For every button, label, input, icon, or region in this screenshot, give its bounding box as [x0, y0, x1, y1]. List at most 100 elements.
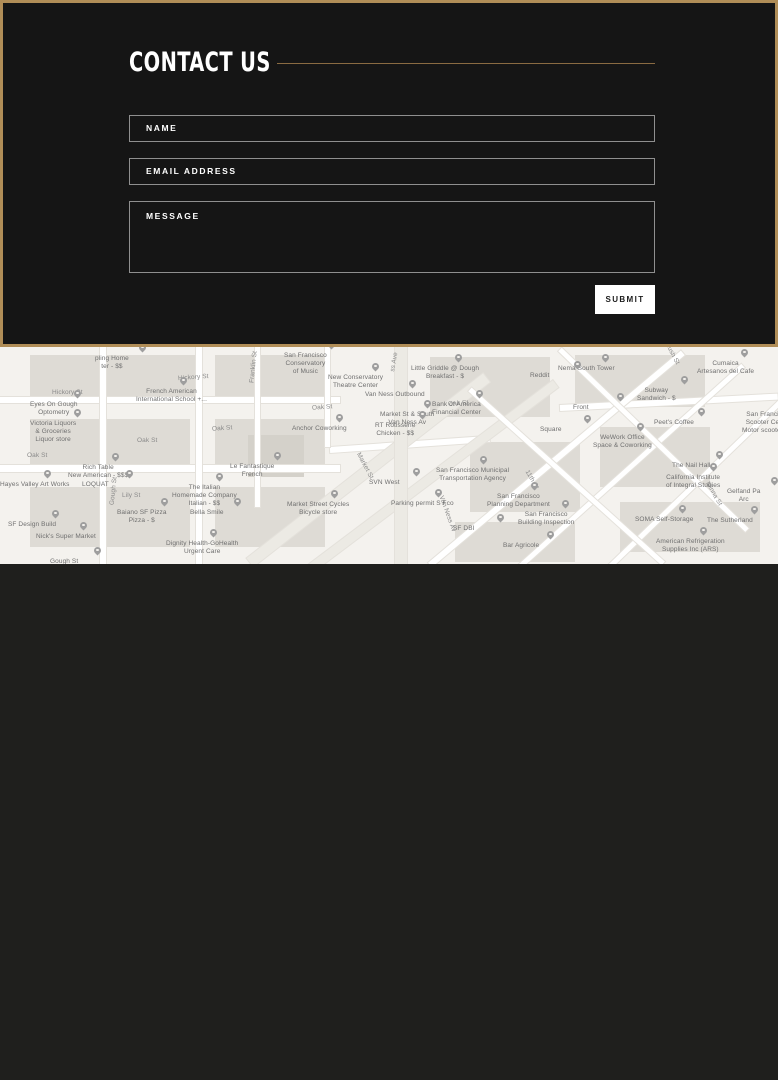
- map-place-label: Bar Agricole: [503, 542, 539, 550]
- map-poi-pin-icon[interactable]: [698, 408, 705, 417]
- map-poi-pin-icon[interactable]: [94, 547, 101, 556]
- map-place-name: Victoria Liquors & Groceries: [30, 420, 77, 436]
- map-place-label: SF Design Build: [8, 521, 56, 529]
- map-place-label: San Francisco Planning Department: [487, 493, 550, 509]
- map-poi-pin-icon[interactable]: [679, 505, 686, 514]
- map-place-label: Dignity Health-GoHealth Urgent Care: [166, 540, 238, 556]
- map-poi-pin-icon[interactable]: [771, 477, 778, 486]
- map-place-sublabel: Bicycle store: [299, 509, 338, 517]
- map-poi-pin-icon[interactable]: [476, 390, 483, 399]
- map-place-label: The Italian Homemade Company Italian - $$: [172, 484, 237, 508]
- map-place-label: Rich Table New American - $$$: [68, 464, 128, 480]
- map-place-name: SF DBI: [453, 525, 475, 532]
- map-place-name: Rich Table: [82, 464, 114, 471]
- map-place-label: The Nail Hall: [672, 462, 711, 470]
- map-place-name: American Refrigeration Supplies Inc (ARS…: [656, 538, 725, 554]
- map-poi-pin-icon[interactable]: [424, 400, 431, 409]
- map-poi-pin-icon[interactable]: [112, 453, 119, 462]
- map-place-name: Cumaica Artesanos del Cafe: [697, 360, 755, 376]
- map-place-label: Reddit: [530, 372, 549, 380]
- map-place-name: Eyes On Gough Optometry: [30, 401, 78, 417]
- map-poi-pin-icon[interactable]: [547, 531, 554, 540]
- name-input[interactable]: [129, 115, 655, 142]
- map-poi-pin-icon[interactable]: [126, 470, 133, 479]
- map-poi-pin-icon[interactable]: [716, 451, 723, 460]
- map-poi-pin-icon[interactable]: [139, 347, 146, 353]
- map-poi-pin-icon[interactable]: [480, 456, 487, 465]
- map-place-label: Bank of America Financial Center: [432, 401, 481, 417]
- contact-section: CONTACT US SUBMIT: [0, 0, 778, 347]
- map-poi-pin-icon[interactable]: [44, 470, 51, 479]
- map-street-label: Oak St: [27, 452, 48, 459]
- submit-row: SUBMIT: [129, 285, 655, 314]
- map-poi-pin-icon[interactable]: [574, 361, 581, 370]
- map-place-label: San Franci Scooter CeMotor scooter: [742, 411, 778, 435]
- submit-button[interactable]: SUBMIT: [595, 285, 655, 314]
- map-place-label: American Refrigeration Supplies Inc (ARS…: [656, 538, 725, 554]
- map-poi-pin-icon[interactable]: [637, 423, 644, 432]
- map-place-name: San Francisco Building Inspection: [518, 511, 575, 527]
- map-poi-pin-icon[interactable]: [74, 390, 81, 399]
- map-place-name: San Francisco Conservatory of Music: [284, 352, 327, 376]
- map-street-label: Oak St: [311, 403, 333, 412]
- map-place-label: San Francisco Municipal Transportation A…: [436, 467, 509, 483]
- map-place-name: San Franci Scooter Ce: [745, 411, 778, 427]
- map-place-name: SOMA Self-Storage: [635, 516, 694, 523]
- map-place-name: The Sutherland: [707, 517, 753, 524]
- map-poi-pin-icon[interactable]: [419, 411, 426, 420]
- map-poi-pin-icon[interactable]: [328, 347, 335, 350]
- map-poi-pin-icon[interactable]: [210, 529, 217, 538]
- map-poi-pin-icon[interactable]: [52, 510, 59, 519]
- map-place-name: Little Griddle @ Dough: [411, 365, 480, 372]
- map-place-sublabel: Italian - $$: [188, 500, 221, 508]
- map-place-label: Baiano SF Pizza Pizza - $: [117, 509, 167, 525]
- map-poi-pin-icon[interactable]: [180, 377, 187, 386]
- map-place-label: SOMA Self-Storage: [635, 516, 693, 524]
- map-place-sublabel: Pizza - $: [128, 517, 155, 525]
- map-poi-pin-icon[interactable]: [710, 463, 717, 472]
- map-poi-pin-icon[interactable]: [331, 490, 338, 499]
- heading-divider: [277, 63, 655, 64]
- map-poi-pin-icon[interactable]: [531, 482, 538, 491]
- map-poi-pin-icon[interactable]: [602, 354, 609, 363]
- map-poi-pin-icon[interactable]: [562, 500, 569, 509]
- map-place-name: California Institute of Integral Studies: [666, 474, 721, 490]
- map-canvas[interactable]: Hickory St Hickory St Franklin St Oak St Oak…: [0, 347, 778, 564]
- map-poi-pin-icon[interactable]: [455, 354, 462, 363]
- map-poi-pin-icon[interactable]: [497, 514, 504, 523]
- map-poi-pin-icon[interactable]: [617, 393, 624, 402]
- map-poi-pin-icon[interactable]: [336, 414, 343, 423]
- message-textarea[interactable]: [129, 201, 655, 273]
- map-section[interactable]: Hickory St Hickory St Franklin St Oak St Oak…: [0, 347, 778, 564]
- map-poi-pin-icon[interactable]: [741, 349, 748, 358]
- map-place-name: Van Ness Outbound: [365, 391, 425, 398]
- map-poi-pin-icon[interactable]: [584, 415, 591, 424]
- map-place-name: San Francisco Municipal Transportation A…: [436, 467, 510, 483]
- map-poi-pin-icon[interactable]: [274, 452, 281, 461]
- map-place-name: SVN West: [369, 479, 400, 486]
- map-place-name: Reddit: [530, 372, 550, 379]
- map-poi-pin-icon[interactable]: [80, 522, 87, 531]
- map-poi-pin-icon[interactable]: [409, 380, 416, 389]
- email-field[interactable]: [129, 158, 655, 185]
- map-place-label: Nema South Tower: [558, 365, 615, 373]
- map-place-name: New Conservatory Theatre Center: [328, 374, 384, 390]
- map-place-sublabel: Motor scooter: [742, 427, 778, 435]
- map-poi-pin-icon[interactable]: [413, 468, 420, 477]
- map-poi-pin-icon[interactable]: [234, 498, 241, 507]
- map-place-sublabel: Breakfast - $: [425, 373, 465, 381]
- map-poi-pin-icon[interactable]: [216, 473, 223, 482]
- map-poi-pin-icon[interactable]: [681, 376, 688, 385]
- map-place-name: Nema South Tower: [558, 365, 615, 372]
- map-poi-pin-icon[interactable]: [161, 498, 168, 507]
- map-poi-pin-icon[interactable]: [74, 409, 81, 418]
- map-place-name: Le Fantastique: [230, 463, 275, 470]
- map-place-name: Subway: [644, 387, 669, 394]
- map-poi-pin-icon[interactable]: [435, 489, 442, 498]
- map-poi-pin-icon[interactable]: [372, 363, 379, 372]
- map-poi-pin-icon[interactable]: [751, 506, 758, 515]
- map-poi-pin-icon[interactable]: [700, 527, 707, 536]
- map-place-label: California Institute of Integral Studies: [666, 474, 720, 490]
- map-place-name: The Italian Homemade Company: [172, 484, 237, 500]
- map-place-name: Anchor Coworking: [292, 425, 347, 432]
